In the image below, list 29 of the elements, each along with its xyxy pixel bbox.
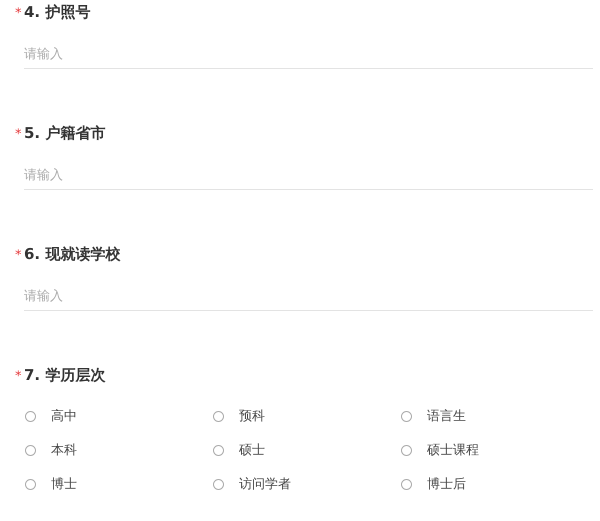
radio-icon[interactable] xyxy=(25,478,36,490)
required-mark: * xyxy=(15,126,22,144)
required-mark: * xyxy=(15,5,22,23)
radio-option[interactable]: 硕士 xyxy=(212,433,265,467)
input-field[interactable]: 请输入 xyxy=(24,162,593,190)
input-field[interactable]: 请输入 xyxy=(24,283,593,311)
radio-option[interactable]: 高中 xyxy=(24,399,77,433)
radio-option[interactable]: 硕士课程 xyxy=(400,433,479,467)
required-mark: * xyxy=(15,368,22,386)
question-title: 4. 护照号 xyxy=(24,2,90,23)
radio-icon[interactable] xyxy=(401,444,412,456)
radio-option[interactable]: 访问学者 xyxy=(212,467,291,501)
input-field[interactable]: 请输入 xyxy=(24,41,593,69)
radio-icon[interactable] xyxy=(213,478,224,490)
radio-icon[interactable] xyxy=(25,410,36,422)
required-mark: * xyxy=(15,247,22,265)
radio-option[interactable]: 语言生 xyxy=(400,399,466,433)
radio-icon[interactable] xyxy=(401,478,412,490)
radio-option[interactable]: 预科 xyxy=(212,399,265,433)
radio-icon[interactable] xyxy=(401,410,412,422)
radio-icon[interactable] xyxy=(25,444,36,456)
question-title: 5. 户籍省市 xyxy=(24,123,106,144)
radio-option[interactable]: 本科 xyxy=(24,433,77,467)
radio-option[interactable]: 博士后 xyxy=(400,467,466,501)
question-title: 7. 学历层次 xyxy=(24,365,106,386)
radio-icon[interactable] xyxy=(213,410,224,422)
radio-icon[interactable] xyxy=(213,444,224,456)
radio-option[interactable]: 博士 xyxy=(24,467,77,501)
question-title: 6. 现就读学校 xyxy=(24,244,120,265)
